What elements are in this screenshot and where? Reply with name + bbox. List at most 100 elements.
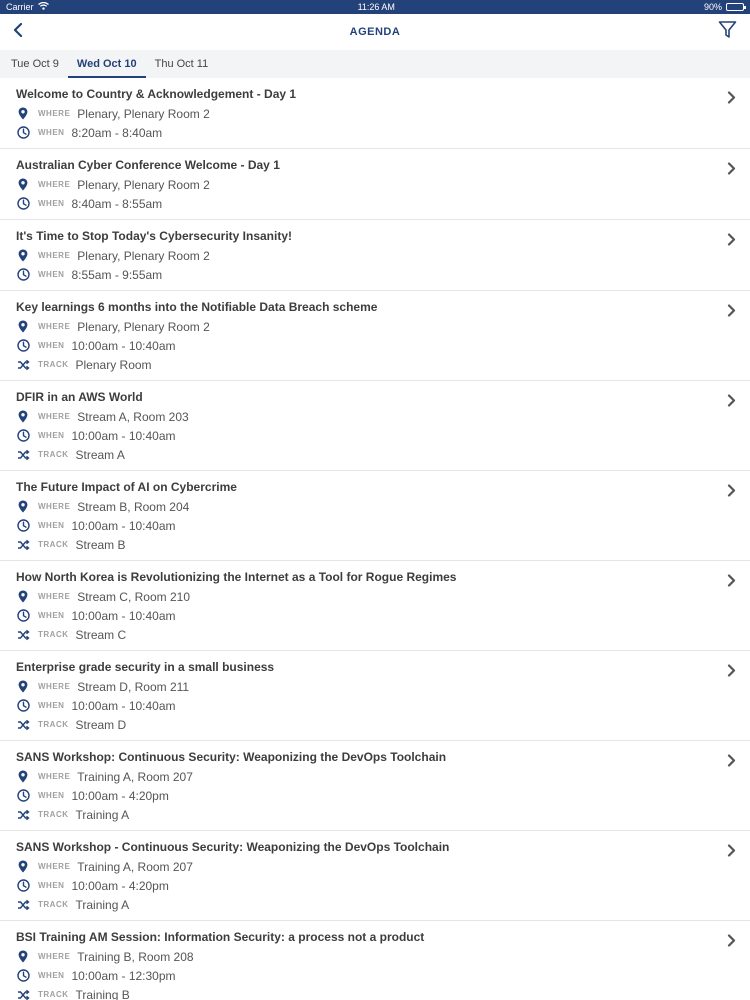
map-pin-icon xyxy=(16,410,30,424)
clock-icon xyxy=(16,969,30,983)
map-pin-icon xyxy=(16,178,30,192)
session-where: WHERE Stream C, Room 210 xyxy=(16,587,710,606)
clock-icon xyxy=(16,519,30,533)
session-row[interactable]: SANS Workshop: Continuous Security: Weap… xyxy=(0,741,750,831)
session-track: TRACK Training A xyxy=(16,895,710,914)
chevron-right-icon[interactable] xyxy=(724,232,738,246)
back-button[interactable] xyxy=(8,22,28,42)
session-where: WHERE Plenary, Plenary Room 2 xyxy=(16,175,710,194)
session-when: WHEN 10:00am - 4:20pm xyxy=(16,876,710,895)
session-track: TRACK Plenary Room xyxy=(16,355,710,374)
tab-tue-oct-9[interactable]: Tue Oct 9 xyxy=(2,50,68,78)
shuffle-icon xyxy=(16,538,30,552)
battery-icon xyxy=(725,3,746,11)
session-row[interactable]: The Future Impact of AI on Cybercrime WHE… xyxy=(0,471,750,561)
session-title: Enterprise grade security in a small bus… xyxy=(16,660,275,674)
chevron-right-icon[interactable] xyxy=(724,393,738,407)
session-where: WHERE Plenary, Plenary Room 2 xyxy=(16,104,710,123)
session-row[interactable]: DFIR in an AWS World WHERE Stream A, Room … xyxy=(0,381,750,471)
session-title: DFIR in an AWS World xyxy=(16,390,143,404)
session-track-value: Plenary Room xyxy=(75,357,152,372)
session-row[interactable]: SANS Workshop - Continuous Security: Wea… xyxy=(0,831,750,921)
clock-icon xyxy=(16,699,30,713)
session-when: WHEN 10:00am - 10:40am xyxy=(16,696,710,715)
chevron-right-icon[interactable] xyxy=(724,573,738,587)
session-when-value: 10:00am - 4:20pm xyxy=(71,878,169,893)
session-where-label: WHERE xyxy=(38,251,71,260)
shuffle-icon xyxy=(16,718,30,732)
map-pin-icon xyxy=(16,320,30,334)
session-when: WHEN 8:20am - 8:40am xyxy=(16,123,710,142)
session-where-value: Plenary, Plenary Room 2 xyxy=(77,106,210,121)
session-row[interactable]: BSI Training AM Session: Information Sec… xyxy=(0,921,750,1000)
session-where-value: Stream D, Room 211 xyxy=(77,679,190,694)
chevron-right-icon[interactable] xyxy=(724,933,738,947)
session-where: WHERE Training A, Room 207 xyxy=(16,767,710,786)
shuffle-icon xyxy=(16,898,30,912)
session-where-value: Stream C, Room 210 xyxy=(77,589,190,604)
session-track-label: TRACK xyxy=(38,360,69,369)
session-where-value: Stream B, Room 204 xyxy=(77,499,190,514)
clock-icon xyxy=(16,126,30,140)
session-when-value: 8:20am - 8:40am xyxy=(71,125,163,140)
session-where-value: Training B, Room 208 xyxy=(77,949,194,964)
tab-wed-oct-10[interactable]: Wed Oct 10 xyxy=(67,50,146,78)
session-track-label: TRACK xyxy=(38,900,69,909)
session-track-label: TRACK xyxy=(38,630,69,639)
status-left: Carrier xyxy=(6,1,49,12)
session-row[interactable]: Welcome to Country & Acknowledgement - D… xyxy=(0,78,750,149)
session-when-label: WHEN xyxy=(38,701,65,710)
filter-icon xyxy=(718,20,737,44)
chevron-right-icon[interactable] xyxy=(724,303,738,317)
session-track-label: TRACK xyxy=(38,540,69,549)
page-title: AGENDA xyxy=(349,26,401,38)
map-pin-icon xyxy=(16,860,30,874)
session-track: TRACK Stream D xyxy=(16,715,710,734)
chevron-left-icon xyxy=(13,22,23,42)
map-pin-icon xyxy=(16,950,30,964)
chevron-right-icon[interactable] xyxy=(724,753,738,767)
session-when-label: WHEN xyxy=(38,341,65,350)
session-where-value: Plenary, Plenary Room 2 xyxy=(77,248,210,263)
tab-thu-oct-11[interactable]: Thu Oct 11 xyxy=(146,50,218,78)
session-when: WHEN 10:00am - 10:40am xyxy=(16,336,710,355)
session-title: SANS Workshop: Continuous Security: Weap… xyxy=(16,750,447,764)
session-when-value: 8:40am - 8:55am xyxy=(71,196,163,211)
map-pin-icon xyxy=(16,249,30,263)
session-when-value: 10:00am - 10:40am xyxy=(71,428,176,443)
chevron-right-icon[interactable] xyxy=(724,663,738,677)
session-when-value: 8:55am - 9:55am xyxy=(71,267,163,282)
map-pin-icon xyxy=(16,770,30,784)
session-when-value: 10:00am - 10:40am xyxy=(71,608,176,623)
session-row[interactable]: Australian Cyber Conference Welcome - Da… xyxy=(0,149,750,220)
session-row[interactable]: It's Time to Stop Today's Cybersecurity … xyxy=(0,220,750,291)
clock-icon xyxy=(16,268,30,282)
session-where-label: WHERE xyxy=(38,952,71,961)
session-where-value: Training A, Room 207 xyxy=(77,859,193,874)
chevron-right-icon[interactable] xyxy=(724,483,738,497)
session-track-value: Training B xyxy=(75,987,130,1000)
shuffle-icon xyxy=(16,988,30,1000)
chevron-right-icon[interactable] xyxy=(724,161,738,175)
chevron-right-icon[interactable] xyxy=(724,90,738,104)
filter-button[interactable] xyxy=(716,21,738,43)
session-row[interactable]: Enterprise grade security in a small bus… xyxy=(0,651,750,741)
session-where-label: WHERE xyxy=(38,772,71,781)
session-when: WHEN 10:00am - 4:20pm xyxy=(16,786,710,805)
session-when: WHEN 10:00am - 10:40am xyxy=(16,516,710,535)
carrier-label: Carrier xyxy=(6,2,34,12)
chevron-right-icon[interactable] xyxy=(724,843,738,857)
session-where: WHERE Stream D, Room 211 xyxy=(16,677,710,696)
shuffle-icon xyxy=(16,808,30,822)
battery-percent: 90% xyxy=(703,2,722,12)
session-row[interactable]: How North Korea is Revolutionizing the I… xyxy=(0,561,750,651)
session-when-value: 10:00am - 12:30pm xyxy=(71,968,176,983)
session-where: WHERE Training B, Room 208 xyxy=(16,947,710,966)
session-list[interactable]: Welcome to Country & Acknowledgement - D… xyxy=(0,78,750,1000)
session-row[interactable]: Key learnings 6 months into the Notifiab… xyxy=(0,291,750,381)
wifi-icon xyxy=(37,1,49,12)
session-track-label: TRACK xyxy=(38,720,69,729)
session-where-value: Plenary, Plenary Room 2 xyxy=(77,177,210,192)
session-where: WHERE Stream A, Room 203 xyxy=(16,407,710,426)
session-where-label: WHERE xyxy=(38,502,71,511)
